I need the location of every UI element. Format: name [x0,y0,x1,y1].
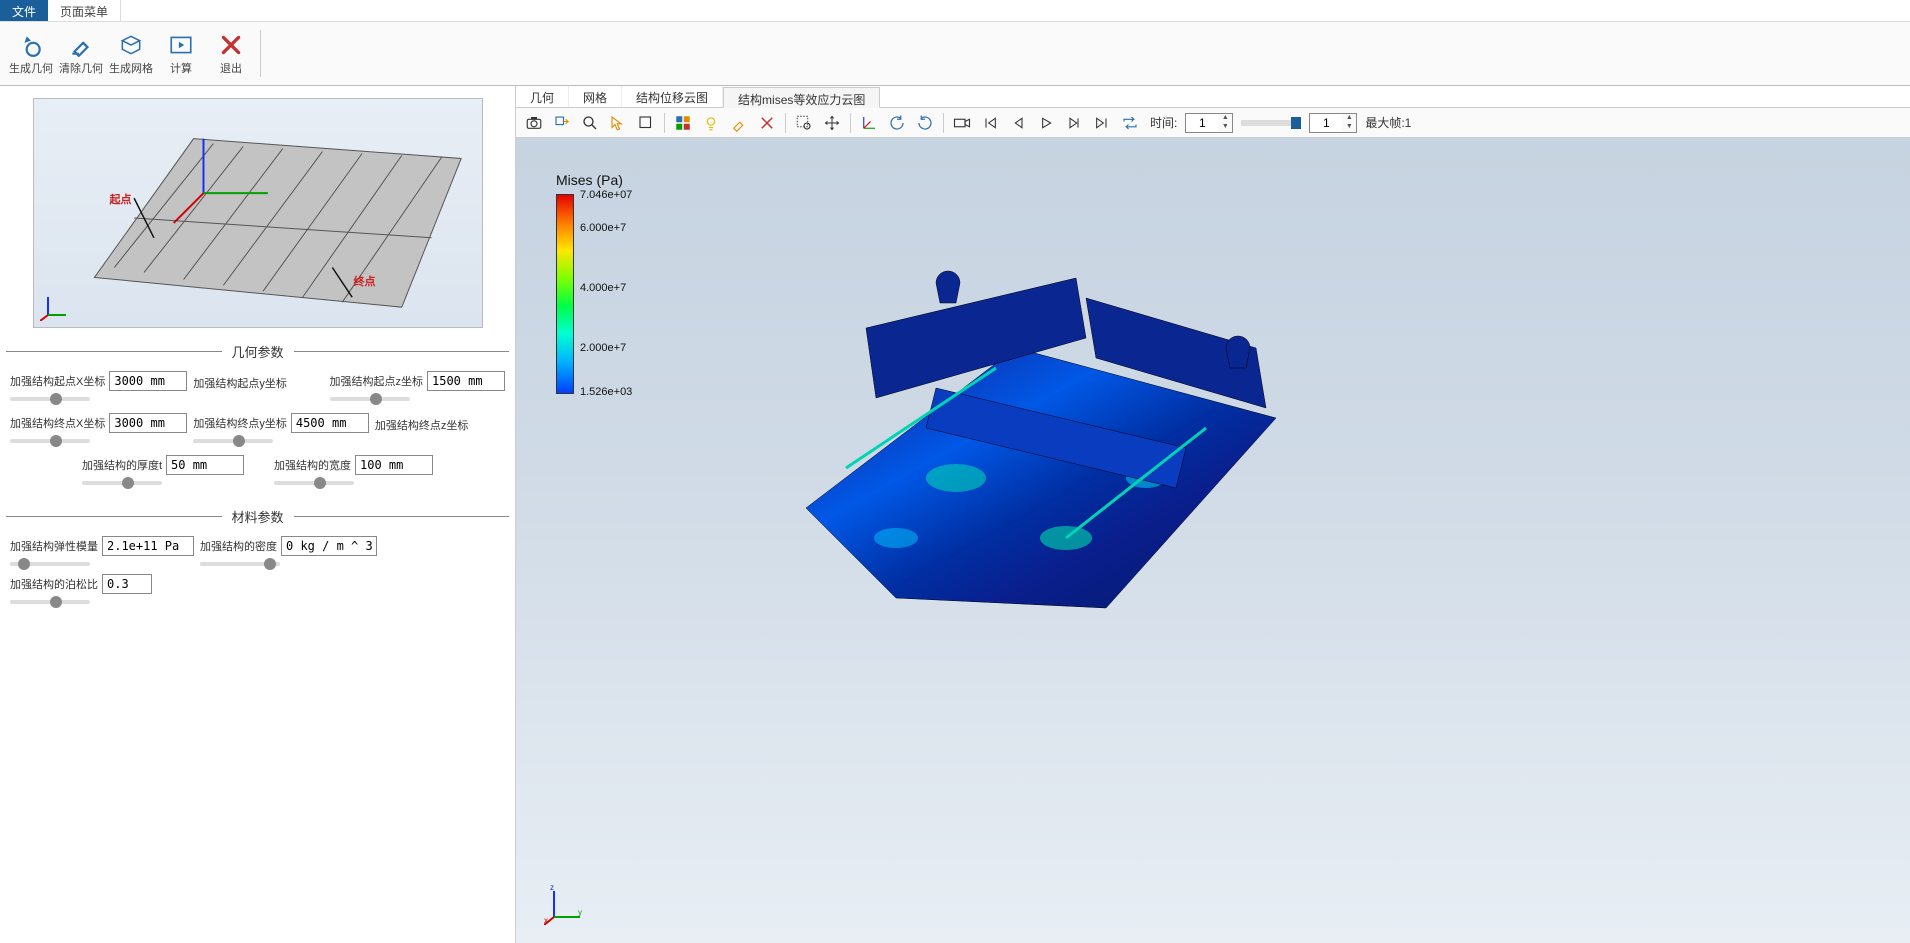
param-thickness-input[interactable] [166,455,244,475]
param-end-x-slider[interactable] [10,439,90,443]
zoom-icon[interactable] [578,111,602,135]
next-frame-icon[interactable] [1062,111,1086,135]
generate-mesh-button[interactable]: 生成网格 [108,26,154,82]
param-start-x-input[interactable] [109,371,187,391]
param-start-x-slider[interactable] [10,397,90,401]
rotate-cw-icon[interactable] [913,111,937,135]
param-thickness-label: 加强结构的厚度t [82,457,162,473]
param-end-y-slider[interactable] [193,439,273,443]
select-icon[interactable] [606,111,630,135]
param-end-z-label: 加强结构终点z坐标 [375,417,469,433]
last-frame-icon[interactable] [1090,111,1114,135]
param-end-y-label: 加强结构终点y坐标 [193,415,287,431]
tab-geom[interactable]: 几何 [516,86,569,107]
section-geom-params: 几何参数 [6,342,509,361]
box-icon[interactable] [634,111,658,135]
clear-geometry-button[interactable]: 清除几何 [58,26,104,82]
param-end-y-input[interactable] [291,413,369,433]
menu-page[interactable]: 页面菜单 [48,0,121,21]
time-label: 时间: [1150,114,1177,131]
geometry-preview[interactable]: 起点 终点 [33,98,483,328]
pan-icon[interactable] [820,111,844,135]
frame-input[interactable] [1310,114,1342,132]
menu-file[interactable]: 文件 [0,0,48,21]
start-point-label: 起点 [110,191,132,207]
first-frame-icon[interactable] [978,111,1002,135]
param-start-z-label: 加强结构起点z坐标 [330,373,424,389]
param-end-x-input[interactable] [109,413,187,433]
viewport-panel: 几何 网格 结构位移云图 结构mises等效应力云图 [516,86,1910,943]
zoom-region-icon[interactable] [792,111,816,135]
end-point-label: 终点 [354,273,376,289]
param-start-z-input[interactable] [427,371,505,391]
time-slider[interactable] [1241,120,1301,126]
3d-viewport[interactable]: Mises (Pa) 7.046e+07 6.000e+7 4.000e+7 2… [516,138,1910,943]
parameter-panel: 起点 终点 几何参数 加强结构起点X坐标 加强结构起点y坐标 加强结构起点z坐标… [0,86,516,943]
color-legend: Mises (Pa) 7.046e+07 6.000e+7 4.000e+7 2… [556,172,623,394]
param-width-slider[interactable] [274,481,354,485]
svg-text:z: z [550,885,554,892]
tab-displacement[interactable]: 结构位移云图 [622,86,723,107]
prev-frame-icon[interactable] [1006,111,1030,135]
screenshot-icon[interactable] [522,111,546,135]
play-icon[interactable] [1034,111,1058,135]
menu-bar: 文件 页面菜单 [0,0,1910,22]
delete-icon[interactable] [755,111,779,135]
camera-icon[interactable] [950,111,974,135]
param-start-z-slider[interactable] [330,397,410,401]
max-frame-label: 最大帧:1 [1365,114,1411,131]
brush-icon[interactable] [727,111,751,135]
svg-text:y: y [578,908,582,917]
param-density-input[interactable] [281,536,377,556]
frame-spin[interactable]: ▲▼ [1309,113,1357,133]
param-modulus-slider[interactable] [10,562,90,566]
time-input[interactable] [1186,114,1218,132]
toolbar-sep [785,113,786,133]
ribbon-separator [260,30,261,77]
tab-mesh[interactable]: 网格 [569,86,622,107]
time-spin[interactable]: ▲▼ [1185,113,1233,133]
toolbar-sep [664,113,665,133]
export-icon[interactable] [550,111,574,135]
fea-model [736,238,1296,638]
param-start-x-label: 加强结构起点X坐标 [10,373,105,389]
toolbar-sep [943,113,944,133]
toolbar-sep [850,113,851,133]
svg-text:x: x [544,916,548,925]
legend-title: Mises (Pa) [556,172,623,188]
rotate-ccw-icon[interactable] [885,111,909,135]
param-end-x-label: 加强结构终点X坐标 [10,415,105,431]
exit-button[interactable]: 退出 [208,26,254,82]
triad-icon [40,291,70,321]
param-density-label: 加强结构的密度 [200,538,277,554]
param-poisson-label: 加强结构的泊松比 [10,576,98,592]
compute-button[interactable]: 计算 [158,26,204,82]
axes-icon[interactable] [857,111,881,135]
param-poisson-slider[interactable] [10,600,90,604]
section-material-params: 材料参数 [6,507,509,526]
param-density-slider[interactable] [200,562,280,566]
param-width-input[interactable] [355,455,433,475]
tab-mises[interactable]: 结构mises等效应力云图 [723,87,880,108]
param-poisson-input[interactable] [102,574,152,594]
param-width-label: 加强结构的宽度 [274,457,351,473]
loop-icon[interactable] [1118,111,1142,135]
triad-icon: z y x [544,885,584,925]
light-icon[interactable] [699,111,723,135]
legend-bar [556,194,574,394]
param-thickness-slider[interactable] [82,481,162,485]
generate-geometry-button[interactable]: 生成几何 [8,26,54,82]
view-toolbar: 时间: ▲▼ ▲▼ 最大帧:1 [516,108,1910,138]
param-start-y-label: 加强结构起点y坐标 [193,375,287,391]
param-modulus-label: 加强结构弹性模量 [10,538,98,554]
ribbon: 生成几何 清除几何 生成网格 计算 退出 [0,22,1910,86]
color-icon[interactable] [671,111,695,135]
view-tabs: 几何 网格 结构位移云图 结构mises等效应力云图 [516,86,1910,108]
param-modulus-input[interactable] [102,536,194,556]
